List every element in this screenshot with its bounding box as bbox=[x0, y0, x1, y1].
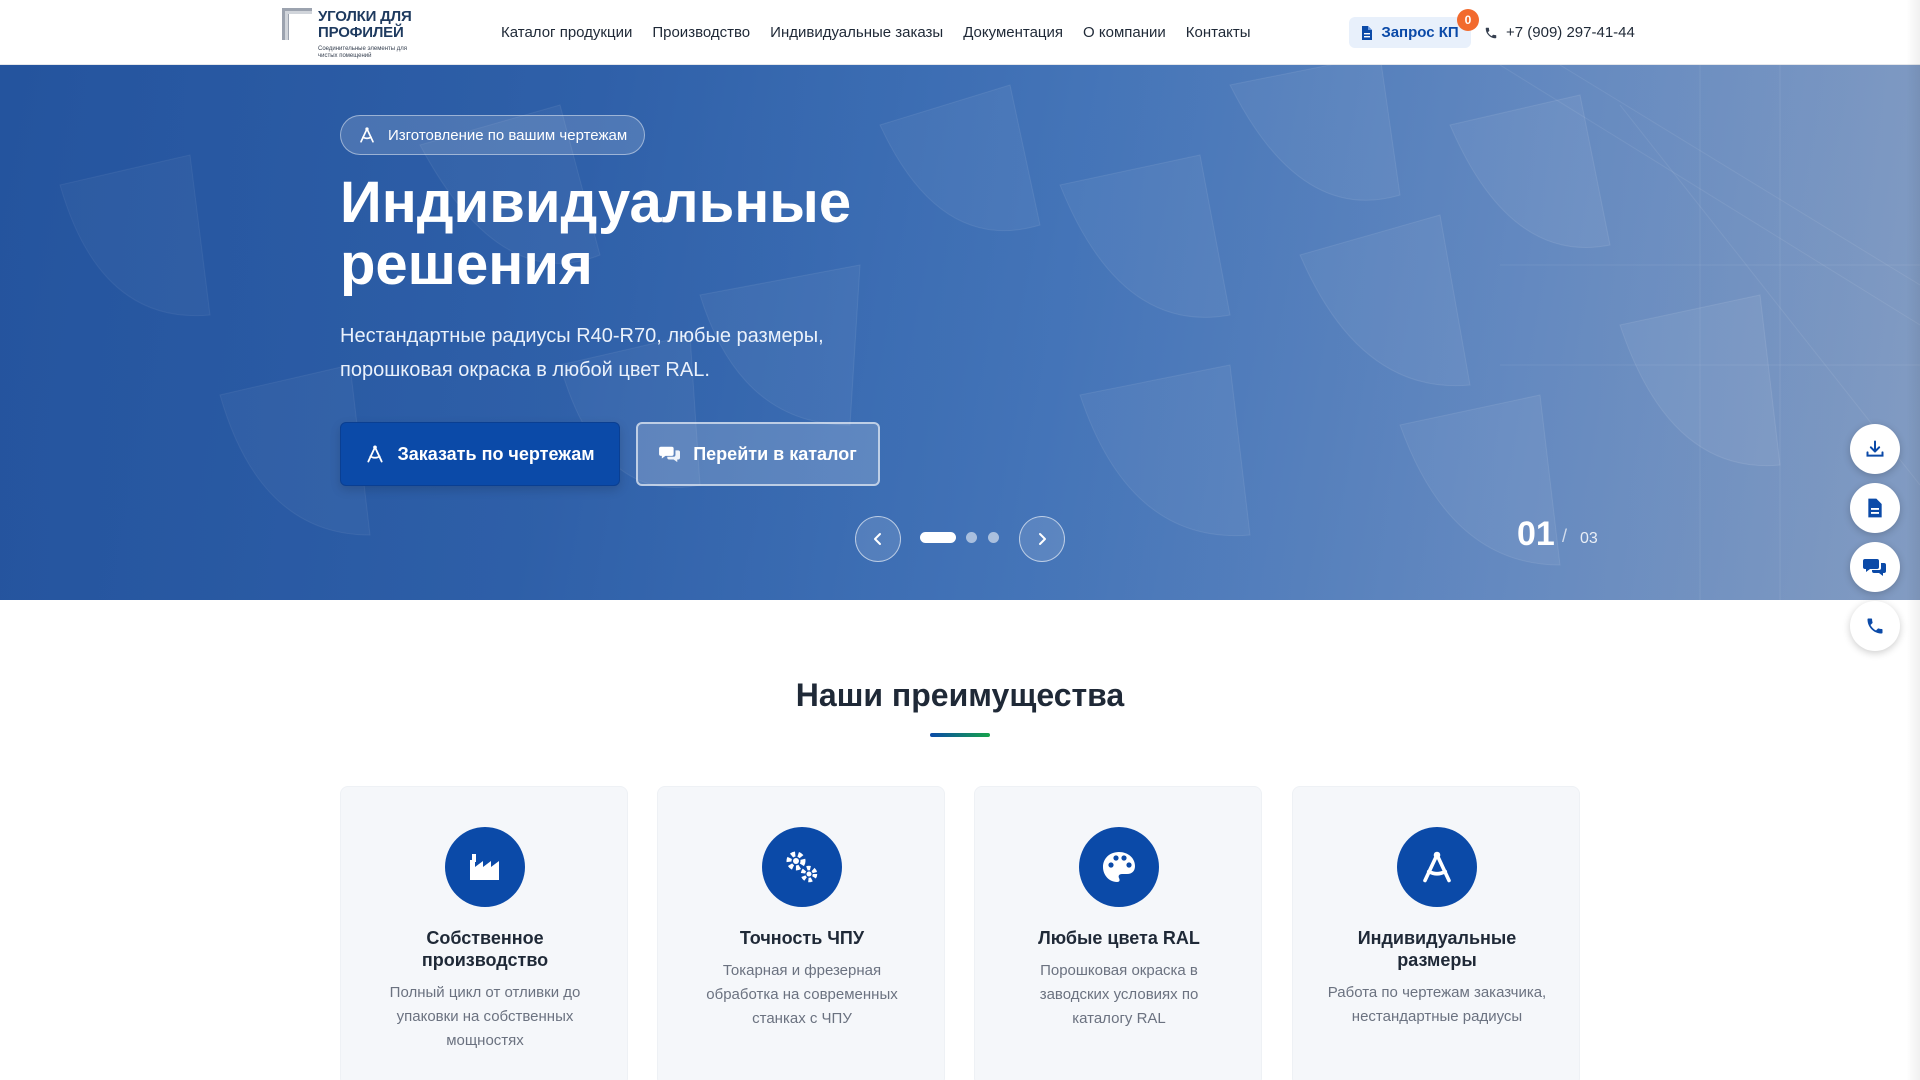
request-quote-label: Запрос КП bbox=[1381, 24, 1459, 41]
slider-next-button[interactable] bbox=[1019, 516, 1065, 562]
chat-icon bbox=[659, 446, 681, 463]
card-desc-line: нестандартные радиусы bbox=[1351, 1008, 1523, 1025]
card-title-line1: Точность ЧПУ bbox=[739, 928, 865, 948]
nav-item-documentation[interactable]: Документация bbox=[963, 24, 1063, 41]
nav-item-catalog[interactable]: Каталог продукции bbox=[501, 24, 632, 41]
card-desc-line: обработка на современных bbox=[706, 986, 898, 1003]
slider-dot-2[interactable] bbox=[966, 532, 977, 543]
advantage-card-title: Точность ЧПУ bbox=[678, 927, 926, 949]
slide-counter-separator: / bbox=[1562, 526, 1568, 546]
card-desc-line: заводских условиях по bbox=[1039, 986, 1199, 1003]
advantage-card-title: Любые цвета RAL bbox=[995, 927, 1243, 949]
floating-download-button[interactable] bbox=[1850, 424, 1900, 474]
go-to-catalog-button[interactable]: Перейти в каталог bbox=[636, 422, 880, 486]
slider-dot-3[interactable] bbox=[988, 532, 999, 543]
slider-prev-button[interactable] bbox=[855, 516, 901, 562]
hero-badge: Изготовление по вашим чертежам bbox=[340, 115, 646, 155]
nav-item-about[interactable]: О компании bbox=[1083, 24, 1166, 41]
request-quote-count-badge: 0 bbox=[1457, 9, 1479, 31]
hero-slider: Изготовление по вашим чертежам Индивидуа… bbox=[0, 65, 1920, 600]
advantage-card-cnc: Точность ЧПУ Токарная и фрезерная обрабо… bbox=[657, 786, 945, 1080]
logo[interactable]: УГОЛКИ ДЛЯ ПРОФИЛЕЙ Соединительные элеме… bbox=[280, 4, 415, 62]
logo-subtitle: Соединительные элементы для чистых помещ… bbox=[318, 46, 407, 59]
advantage-card-title: Собственное производство bbox=[361, 927, 609, 971]
logo-title-line1: УГОЛКИ ДЛЯ bbox=[318, 8, 412, 25]
phone-number: +7 (909) 297-41-44 bbox=[1506, 24, 1635, 41]
hero-title-line1: Индивидуальные bbox=[340, 170, 852, 235]
logo-title: УГОЛКИ ДЛЯ ПРОФИЛЕЙ bbox=[318, 9, 412, 41]
site-header: УГОЛКИ ДЛЯ ПРОФИЛЕЙ Соединительные элеме… bbox=[0, 0, 1920, 65]
request-quote-button[interactable]: Запрос КП bbox=[1349, 17, 1471, 48]
card-desc-line: Токарная и фрезерная bbox=[722, 962, 882, 979]
advantage-card-production: Собственное производство Полный цикл от … bbox=[340, 786, 628, 1080]
hero-badge-label: Изготовление по вашим чертежам bbox=[388, 126, 628, 144]
advantage-card-description: Токарная и фрезерная обработка на соврем… bbox=[682, 959, 922, 1031]
advantage-card-description: Работа по чертежам заказчика, нестандарт… bbox=[1317, 981, 1557, 1029]
advantage-card-description: Порошковая окраска в заводских условиях … bbox=[999, 959, 1239, 1031]
card-desc-line: каталогу RAL bbox=[1072, 1010, 1166, 1027]
order-by-drawings-button[interactable]: Заказать по чертежам bbox=[340, 422, 620, 486]
card-icon-circle bbox=[1079, 827, 1159, 907]
hero-description-line2: порошковая окраска в любой цвет RAL. bbox=[340, 359, 710, 381]
hero-description-line1: Нестандартные радиусы R40-R70, любые раз… bbox=[340, 325, 824, 347]
card-desc-line: упаковки на собственных bbox=[396, 1008, 574, 1025]
go-to-catalog-label: Перейти в каталог bbox=[693, 443, 857, 464]
advantage-card-custom-sizes: Индивидуальные размеры Работа по чертежа… bbox=[1292, 786, 1580, 1080]
hero-overlay bbox=[0, 65, 1920, 600]
download-icon bbox=[1866, 440, 1884, 457]
compass-icon bbox=[367, 445, 384, 463]
palette-icon bbox=[1103, 852, 1135, 882]
card-title-line1: Любые цвета RAL bbox=[1038, 928, 1200, 948]
page: УГОЛКИ ДЛЯ ПРОФИЛЕЙ Соединительные элеме… bbox=[0, 0, 1920, 1080]
advantage-card-description: Полный цикл от отливки до упаковки на со… bbox=[365, 981, 605, 1053]
card-icon-circle bbox=[445, 827, 525, 907]
card-title-line1: Индивидуальные bbox=[1357, 928, 1517, 948]
order-by-drawings-label: Заказать по чертежам bbox=[397, 443, 595, 464]
card-icon-circle bbox=[1397, 827, 1477, 907]
card-title-line2: производство bbox=[421, 950, 549, 970]
nav-item-production[interactable]: Производство bbox=[652, 24, 750, 41]
floating-document-button[interactable] bbox=[1850, 483, 1900, 533]
chat-icon bbox=[1863, 559, 1886, 576]
advantage-card-ral-colors: Любые цвета RAL Порошковая окраска в зав… bbox=[974, 786, 1262, 1080]
gears-icon bbox=[786, 851, 818, 883]
advantage-card-title: Индивидуальные размеры bbox=[1313, 927, 1561, 971]
card-desc-line: Порошковая окраска в bbox=[1040, 962, 1198, 979]
floating-chat-button[interactable] bbox=[1850, 542, 1900, 592]
floating-phone-button[interactable] bbox=[1850, 601, 1900, 651]
phone-icon bbox=[1867, 618, 1883, 634]
document-icon bbox=[1362, 25, 1373, 40]
chevron-right-icon bbox=[1039, 533, 1046, 545]
logo-mark-icon bbox=[282, 8, 312, 40]
page-scroll-edge bbox=[1906, 0, 1920, 1080]
hero-description: Нестандартные радиусы R40-R70, любые раз… bbox=[340, 319, 900, 387]
phone-icon bbox=[1485, 27, 1497, 38]
chevron-left-icon bbox=[874, 533, 881, 545]
advantages-title-underline bbox=[930, 733, 990, 737]
compass-icon bbox=[1423, 851, 1451, 883]
slide-counter-total: 03 bbox=[1580, 530, 1598, 547]
logo-title-line2: ПРОФИЛЕЙ bbox=[318, 24, 404, 41]
card-title-line2: размеры bbox=[1397, 950, 1477, 970]
document-icon bbox=[1868, 498, 1882, 518]
header-phone[interactable]: +7 (909) 297-41-44 bbox=[1484, 0, 1635, 65]
card-desc-line: мощностях bbox=[446, 1032, 524, 1049]
card-desc-line: Полный цикл от отливки до bbox=[389, 984, 581, 1001]
advantages-title: Наши преимущества bbox=[795, 677, 1125, 713]
hero-title: Индивидуальные решения bbox=[340, 172, 1040, 296]
slider-dot-1[interactable] bbox=[920, 532, 956, 543]
card-title-line1: Собственное bbox=[426, 928, 544, 948]
factory-icon bbox=[470, 854, 499, 880]
slide-counter-current: 01 bbox=[1517, 515, 1555, 553]
main-nav: Каталог продукции Производство Индивидуа… bbox=[501, 0, 1251, 65]
card-desc-line: Работа по чертежам заказчика, bbox=[1327, 984, 1547, 1001]
compass-icon bbox=[360, 127, 374, 143]
nav-item-contacts[interactable]: Контакты bbox=[1186, 24, 1251, 41]
card-desc-line: станках с ЧПУ bbox=[752, 1010, 852, 1027]
card-icon-circle bbox=[762, 827, 842, 907]
hero-title-line2: решения bbox=[340, 232, 593, 297]
nav-item-custom-orders[interactable]: Индивидуальные заказы bbox=[770, 24, 943, 41]
